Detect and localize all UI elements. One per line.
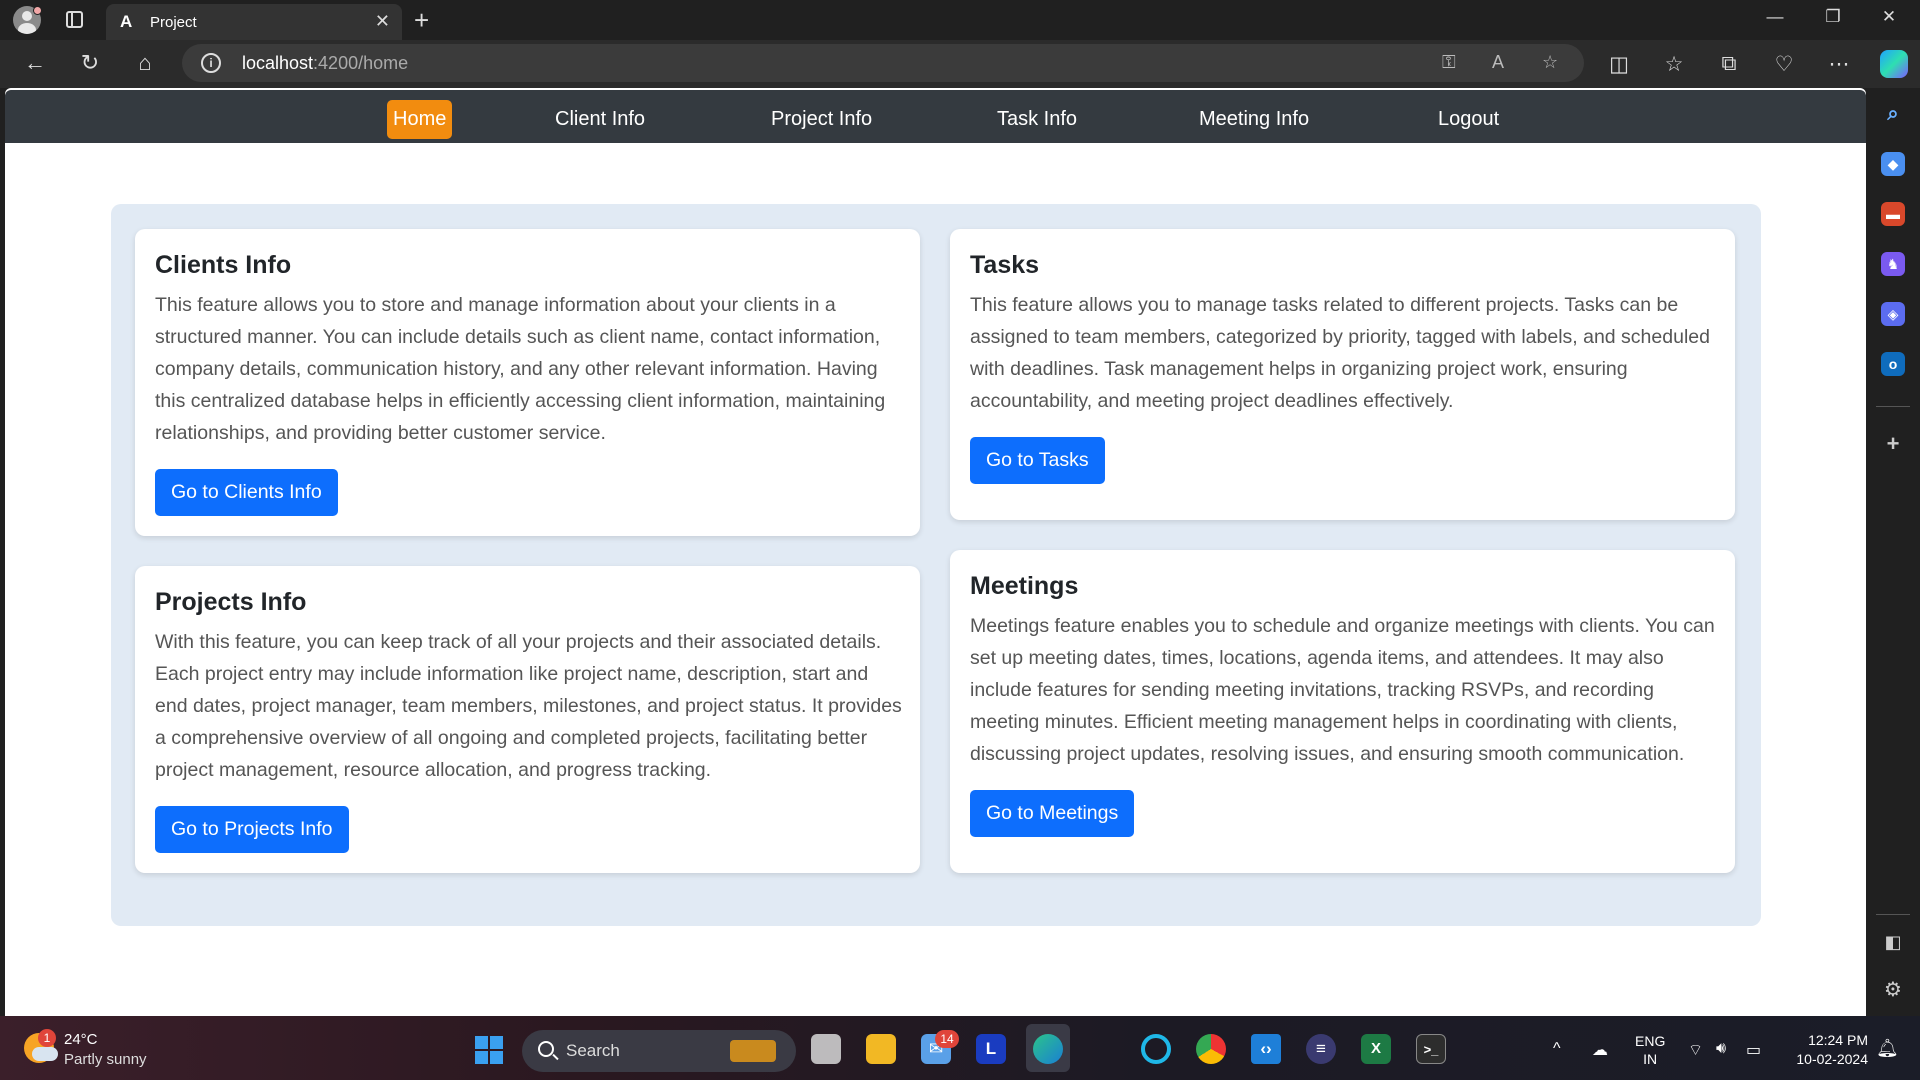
nav-meeting-info[interactable]: Meeting Info bbox=[1199, 100, 1309, 139]
home-icon[interactable]: ⌂ bbox=[130, 50, 160, 76]
card-title: Meetings bbox=[970, 572, 1079, 600]
app-navbar: Home Client Info Project Info Task Info … bbox=[5, 90, 1866, 143]
hide-sidebar-icon[interactable]: ◧ bbox=[1881, 930, 1905, 954]
edge-sidebar: ⌕ ◆ ▬ ♞ ◈ o + ◧ ⚙ bbox=[1866, 88, 1920, 1016]
favorite-star-icon[interactable]: ☆ bbox=[1542, 52, 1558, 73]
notification-bell-icon[interactable]: 🔔︎ bbox=[1876, 1038, 1899, 1059]
refresh-icon[interactable]: ↻ bbox=[75, 50, 105, 76]
go-to-clients-info-button[interactable]: Go to Clients Info bbox=[155, 469, 338, 516]
tab-title: Project bbox=[150, 14, 197, 31]
back-icon[interactable]: ← bbox=[20, 50, 50, 76]
collections-icon[interactable]: ⧉ bbox=[1715, 52, 1743, 76]
go-to-projects-info-button[interactable]: Go to Projects Info bbox=[155, 806, 349, 853]
projects-info-card: Projects Info With this feature, you can… bbox=[135, 566, 920, 873]
card-description: Meetings feature enables you to schedule… bbox=[970, 615, 1715, 765]
card-title: Projects Info bbox=[155, 588, 307, 616]
favorites-icon[interactable]: ☆ bbox=[1660, 52, 1688, 77]
tab-close-icon[interactable]: ✕ bbox=[375, 11, 390, 32]
sidebar-add-icon[interactable]: + bbox=[1881, 432, 1905, 456]
page-viewport: Home Client Info Project Info Task Info … bbox=[5, 88, 1866, 1016]
card-description: This feature allows you to manage tasks … bbox=[970, 294, 1710, 412]
onedrive-icon[interactable]: ☁ bbox=[1592, 1040, 1608, 1060]
terminal-icon[interactable]: >_ bbox=[1416, 1034, 1446, 1064]
features-container: Clients Info This feature allows you to … bbox=[111, 204, 1761, 926]
eclipse-icon[interactable]: ≡ bbox=[1306, 1034, 1336, 1064]
sidebar-tools-icon[interactable]: ▬ bbox=[1881, 202, 1905, 226]
close-window-button[interactable]: ✕ bbox=[1866, 7, 1912, 27]
meetings-card: Meetings Meetings feature enables you to… bbox=[950, 550, 1735, 873]
search-placeholder: Search bbox=[566, 1041, 620, 1060]
taskbar-search-box[interactable]: Search bbox=[522, 1030, 796, 1072]
copilot-icon[interactable] bbox=[1880, 50, 1908, 78]
performance-icon[interactable]: ♡ bbox=[1770, 52, 1798, 77]
battery-icon[interactable]: ▭ bbox=[1746, 1040, 1761, 1060]
nav-project-info[interactable]: Project Info bbox=[771, 100, 872, 139]
more-options-icon[interactable]: ⋯ bbox=[1825, 52, 1853, 77]
sidebar-games-icon[interactable]: ♞ bbox=[1881, 252, 1905, 276]
sidebar-office-icon[interactable]: ◈ bbox=[1881, 302, 1905, 326]
url-host: localhost bbox=[242, 53, 314, 73]
chrome-icon[interactable] bbox=[1196, 1034, 1226, 1064]
sidebar-divider bbox=[1876, 914, 1910, 915]
system-clock[interactable]: 12:24 PM 10-02-2024 bbox=[1780, 1031, 1868, 1069]
nav-logout[interactable]: Logout bbox=[1438, 100, 1499, 139]
nav-task-info[interactable]: Task Info bbox=[997, 100, 1077, 139]
settings-gear-icon[interactable]: ⚙ bbox=[1881, 978, 1905, 1002]
task-view-icon[interactable] bbox=[811, 1034, 841, 1064]
tab-actions-icon[interactable] bbox=[66, 11, 83, 28]
volume-icon[interactable]: 🔊︎ bbox=[1716, 1040, 1726, 1058]
clock-date: 10-02-2024 bbox=[1796, 1051, 1868, 1067]
weather-description[interactable]: Partly sunny bbox=[64, 1051, 147, 1068]
card-description: With this feature, you can keep track of… bbox=[155, 631, 902, 781]
vscode-icon[interactable]: ‹› bbox=[1251, 1034, 1281, 1064]
excel-icon[interactable]: X bbox=[1361, 1034, 1391, 1064]
minimize-button[interactable]: — bbox=[1752, 7, 1798, 27]
file-explorer-icon[interactable] bbox=[866, 1034, 896, 1064]
address-bar[interactable]: i localhost:4200/home ⚿ A ☆ bbox=[182, 44, 1584, 82]
search-highlight-icon bbox=[730, 1040, 776, 1062]
read-aloud-icon[interactable]: A bbox=[1492, 52, 1504, 73]
language-indicator[interactable]: ENG IN bbox=[1635, 1032, 1665, 1068]
card-description: This feature allows you to store and man… bbox=[155, 294, 886, 444]
clients-info-card: Clients Info This feature allows you to … bbox=[135, 229, 920, 536]
angular-favicon-icon: A bbox=[120, 12, 133, 31]
windows-taskbar: 1 24°C Partly sunny Search ✉ 14 L ‹› ≡ X… bbox=[0, 1016, 1920, 1080]
tasks-card: Tasks This feature allows you to manage … bbox=[950, 229, 1735, 520]
l-app-icon[interactable]: L bbox=[976, 1034, 1006, 1064]
region-code: IN bbox=[1643, 1051, 1658, 1067]
weather-alert-badge: 1 bbox=[38, 1029, 56, 1047]
url-text[interactable]: localhost:4200/home bbox=[242, 53, 408, 74]
mail-badge: 14 bbox=[935, 1030, 959, 1048]
browser-title-bar: A Project ✕ + — ❐ ✕ bbox=[0, 0, 1920, 40]
show-hidden-icons[interactable]: ^ bbox=[1553, 1040, 1561, 1058]
cortana-icon[interactable] bbox=[1141, 1034, 1171, 1064]
restore-button[interactable]: ❐ bbox=[1810, 7, 1856, 27]
go-to-meetings-button[interactable]: Go to Meetings bbox=[970, 790, 1135, 837]
go-to-tasks-button[interactable]: Go to Tasks bbox=[970, 437, 1105, 484]
new-tab-button[interactable]: + bbox=[414, 5, 429, 36]
sidebar-search-icon[interactable]: ⌕ bbox=[1881, 102, 1905, 126]
search-icon bbox=[538, 1041, 554, 1057]
nav-client-info[interactable]: Client Info bbox=[555, 100, 645, 139]
card-title: Clients Info bbox=[155, 251, 292, 279]
site-info-icon[interactable]: i bbox=[201, 53, 221, 73]
edge-browser-icon[interactable] bbox=[1033, 1034, 1063, 1064]
windows-start-icon[interactable] bbox=[475, 1036, 503, 1064]
browser-tab-project[interactable]: A Project ✕ bbox=[106, 4, 402, 40]
url-path: :4200/home bbox=[313, 53, 409, 73]
split-screen-icon[interactable]: ◫ bbox=[1605, 52, 1633, 77]
language-code: ENG bbox=[1635, 1033, 1666, 1049]
wifi-icon[interactable]: ⌔ bbox=[1688, 1040, 1703, 1060]
nav-home[interactable]: Home bbox=[387, 100, 453, 139]
clock-time: 12:24 PM bbox=[1808, 1032, 1868, 1048]
weather-temperature[interactable]: 24°C bbox=[64, 1031, 98, 1048]
profile-status-dot bbox=[33, 6, 42, 15]
card-title: Tasks bbox=[970, 251, 1040, 279]
sidebar-divider bbox=[1876, 406, 1910, 407]
sidebar-outlook-icon[interactable]: o bbox=[1881, 352, 1905, 376]
sidebar-shopping-icon[interactable]: ◆ bbox=[1881, 152, 1905, 176]
key-icon[interactable]: ⚿ bbox=[1442, 52, 1456, 73]
